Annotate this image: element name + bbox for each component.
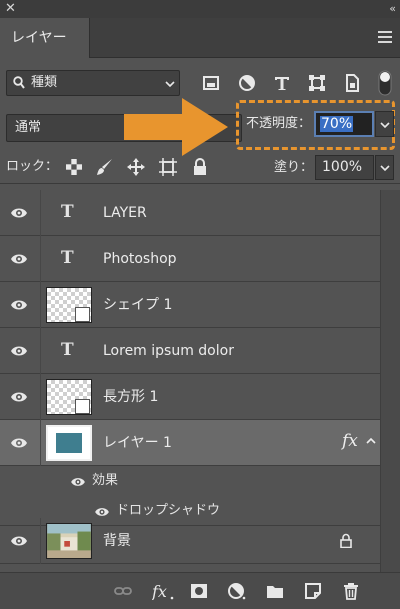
- layer-name: 背景: [103, 533, 131, 549]
- background-photo-thumbnail: [46, 523, 92, 559]
- opacity-dropdown-button[interactable]: [375, 111, 394, 137]
- type-layer-icon: T: [61, 202, 74, 222]
- opacity-value: 70%: [320, 116, 354, 132]
- filter-kind-label: 種類: [31, 75, 58, 90]
- layer-row[interactable]: T Lorem ipsum dolor: [0, 328, 380, 374]
- layer-row-background[interactable]: 背景: [0, 518, 380, 564]
- panel-title-bar: ✕ ‹‹: [0, 0, 400, 18]
- fill-label: 塗り：: [274, 160, 314, 175]
- layer-name: シェイプ 1: [103, 297, 173, 313]
- type-layer-icon: T: [61, 340, 74, 360]
- lock-row: ロック： 塗り： 100%: [0, 152, 400, 184]
- lock-image-pixels-icon[interactable]: [96, 158, 114, 176]
- mask-icon[interactable]: [190, 582, 208, 600]
- filter-kind-select[interactable]: 種類: [6, 70, 180, 96]
- layer-name: Lorem ipsum dolor: [103, 343, 234, 359]
- shape-filter-icon[interactable]: [308, 74, 326, 92]
- type-filter-icon[interactable]: [273, 74, 291, 92]
- link-layers-icon[interactable]: [114, 582, 132, 600]
- lock-icon[interactable]: [340, 533, 352, 548]
- tab-bar: レイヤー: [0, 18, 400, 58]
- eye-icon[interactable]: [10, 534, 28, 548]
- eye-icon[interactable]: [70, 476, 86, 488]
- filter-toggle-icon[interactable]: [378, 70, 392, 96]
- eye-icon[interactable]: [10, 436, 28, 450]
- collapse-panel-icon[interactable]: ‹‹: [389, 0, 396, 18]
- eye-icon[interactable]: [10, 298, 28, 312]
- blend-mode-label: 通常: [15, 120, 42, 135]
- close-icon[interactable]: ✕: [5, 0, 16, 18]
- layer-name: LAYER: [103, 205, 147, 221]
- tab-layers[interactable]: レイヤー: [0, 18, 90, 58]
- lock-position-icon[interactable]: [127, 158, 145, 176]
- smart-object-filter-icon[interactable]: [343, 74, 361, 92]
- layer-row[interactable]: シェイプ 1: [0, 282, 380, 328]
- adjustment-layer-icon[interactable]: [228, 582, 246, 600]
- layer-row[interactable]: 長方形 1: [0, 374, 380, 420]
- effects-label: 効果: [92, 473, 119, 488]
- panel-menu-icon[interactable]: [378, 31, 392, 43]
- layer-row-selected[interactable]: レイヤー 1 fx: [0, 420, 380, 466]
- chevron-down-icon: [165, 81, 175, 88]
- fx-icon[interactable]: fx: [342, 431, 358, 451]
- layer-row[interactable]: T Photoshop: [0, 236, 380, 282]
- opacity-input[interactable]: 70%: [314, 111, 374, 137]
- shape-badge-icon: [75, 399, 90, 414]
- layer-name: Photoshop: [103, 251, 177, 267]
- layer-name: レイヤー 1: [103, 435, 172, 451]
- fill-dropdown-button[interactable]: [375, 155, 394, 180]
- eye-icon[interactable]: [94, 506, 110, 518]
- eye-icon[interactable]: [10, 252, 28, 266]
- layer-name: 長方形 1: [103, 389, 159, 405]
- layer-row[interactable]: T LAYER: [0, 190, 380, 236]
- layers-list: T LAYER T Photoshop シェイプ 1 T Lorem ipsum…: [0, 190, 400, 572]
- shape-badge-icon: [75, 307, 90, 322]
- lock-artboard-icon[interactable]: [159, 158, 177, 176]
- layer-thumbnail: [46, 425, 92, 461]
- eye-icon[interactable]: [10, 344, 28, 358]
- image-filter-icon[interactable]: [202, 74, 220, 92]
- highlight-arrow-icon: [124, 98, 228, 156]
- layer-thumbnail: [46, 379, 92, 415]
- fill-input[interactable]: 100%: [315, 155, 374, 180]
- opacity-label: 不透明度：: [246, 116, 312, 131]
- lock-all-icon[interactable]: [191, 158, 209, 176]
- adjustment-filter-icon[interactable]: [238, 74, 256, 92]
- layer-thumbnail: [46, 287, 92, 323]
- lock-transparent-pixels-icon[interactable]: [65, 158, 83, 176]
- chevron-down-icon: [380, 165, 390, 172]
- fx-icon[interactable]: fx: [152, 582, 174, 600]
- layers-bottom-toolbar: fx: [0, 572, 400, 609]
- type-layer-icon: T: [61, 248, 74, 268]
- eye-icon[interactable]: [10, 206, 28, 220]
- layer-filter-row: 種類: [0, 62, 400, 102]
- eye-icon[interactable]: [10, 390, 28, 404]
- chevron-up-icon[interactable]: [366, 437, 376, 445]
- new-layer-icon[interactable]: [304, 582, 322, 600]
- effects-row[interactable]: 効果: [0, 466, 380, 496]
- chevron-down-icon: [380, 122, 390, 129]
- search-icon: [13, 76, 25, 89]
- trash-icon[interactable]: [342, 582, 360, 600]
- group-folder-icon[interactable]: [266, 582, 284, 600]
- lock-label: ロック：: [6, 159, 59, 174]
- svg-text:fx: fx: [152, 582, 167, 600]
- thumbnail-fill: [56, 433, 82, 453]
